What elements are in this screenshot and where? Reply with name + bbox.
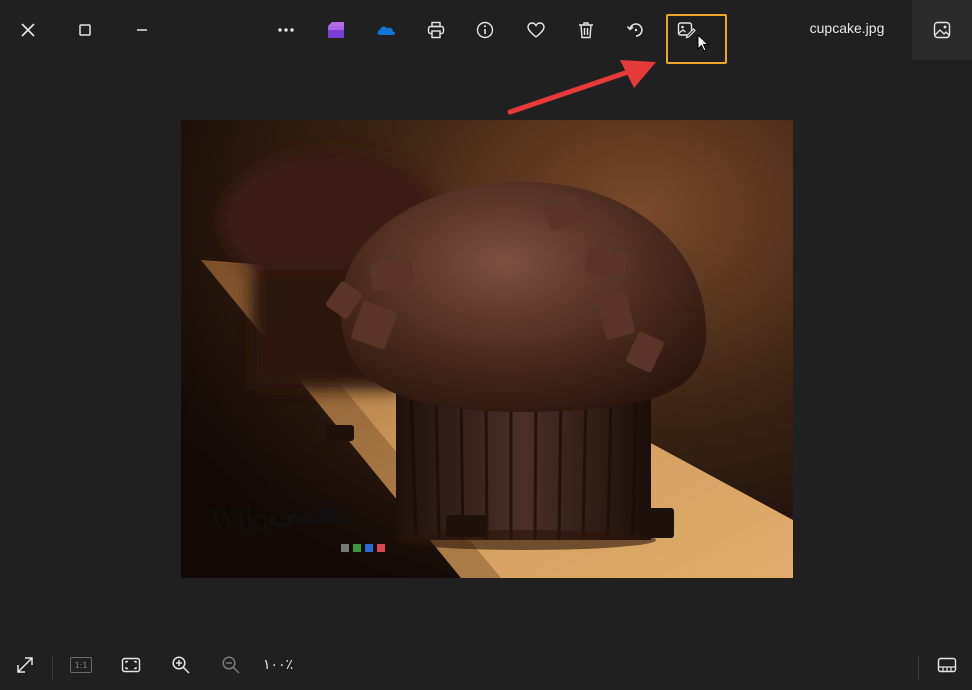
rotate-button[interactable] bbox=[618, 12, 654, 48]
clipchamp-icon bbox=[328, 22, 344, 38]
maximize-button[interactable] bbox=[67, 12, 103, 48]
zoom-in-button[interactable] bbox=[166, 650, 196, 680]
zoom-in-icon bbox=[172, 656, 190, 674]
info-button[interactable] bbox=[467, 12, 503, 48]
maximize-icon bbox=[79, 24, 91, 36]
print-icon bbox=[427, 21, 445, 39]
filmstrip-icon bbox=[937, 657, 957, 673]
cupcake-photo: Wiki تقني bbox=[181, 120, 793, 578]
file-name: cupcake.jpg bbox=[809, 20, 885, 36]
watermark-latin: Wiki bbox=[211, 506, 270, 536]
filmstrip-toggle-button[interactable] bbox=[932, 650, 962, 680]
onedrive-icon bbox=[377, 26, 396, 35]
info-icon bbox=[476, 21, 494, 39]
watermark-arabic: تقني bbox=[267, 492, 353, 532]
favorite-button[interactable] bbox=[518, 12, 554, 48]
gallery-icon bbox=[933, 21, 951, 39]
bottom-divider-right bbox=[918, 656, 919, 680]
actual-size-button[interactable]: 1:1 bbox=[66, 650, 96, 680]
heart-icon bbox=[527, 22, 545, 38]
filmstrip-button[interactable] bbox=[912, 0, 972, 60]
fullscreen-button[interactable] bbox=[10, 650, 40, 680]
zoom-out-icon bbox=[222, 656, 240, 674]
zoom-level[interactable]: ١٠٠٪ bbox=[263, 657, 293, 673]
close-icon bbox=[21, 23, 35, 37]
title-toolbar: cupcake.jpg bbox=[0, 0, 972, 64]
actual-size-icon: 1:1 bbox=[70, 657, 92, 673]
more-button[interactable] bbox=[268, 12, 304, 48]
clipchamp-button[interactable] bbox=[318, 12, 354, 48]
rotate-icon bbox=[626, 23, 643, 37]
delete-button[interactable] bbox=[568, 12, 604, 48]
print-button[interactable] bbox=[418, 12, 454, 48]
watermark: Wiki تقني bbox=[201, 490, 401, 560]
onedrive-button[interactable] bbox=[368, 12, 404, 48]
actual-size-label: 1:1 bbox=[74, 660, 88, 670]
fit-to-window-button[interactable] bbox=[116, 650, 146, 680]
fit-window-icon bbox=[121, 657, 141, 673]
close-button[interactable] bbox=[10, 12, 46, 48]
minimize-icon bbox=[137, 29, 147, 31]
more-icon bbox=[278, 28, 294, 32]
bottom-divider bbox=[52, 656, 53, 680]
minimize-button[interactable] bbox=[124, 12, 160, 48]
mouse-cursor-icon bbox=[697, 34, 710, 52]
zoom-out-button[interactable] bbox=[216, 650, 246, 680]
watermark-dots bbox=[341, 544, 385, 552]
expand-icon bbox=[17, 657, 33, 673]
bottom-toolbar: 1:1 ١٠٠٪ bbox=[0, 640, 972, 690]
delete-icon bbox=[579, 22, 593, 39]
